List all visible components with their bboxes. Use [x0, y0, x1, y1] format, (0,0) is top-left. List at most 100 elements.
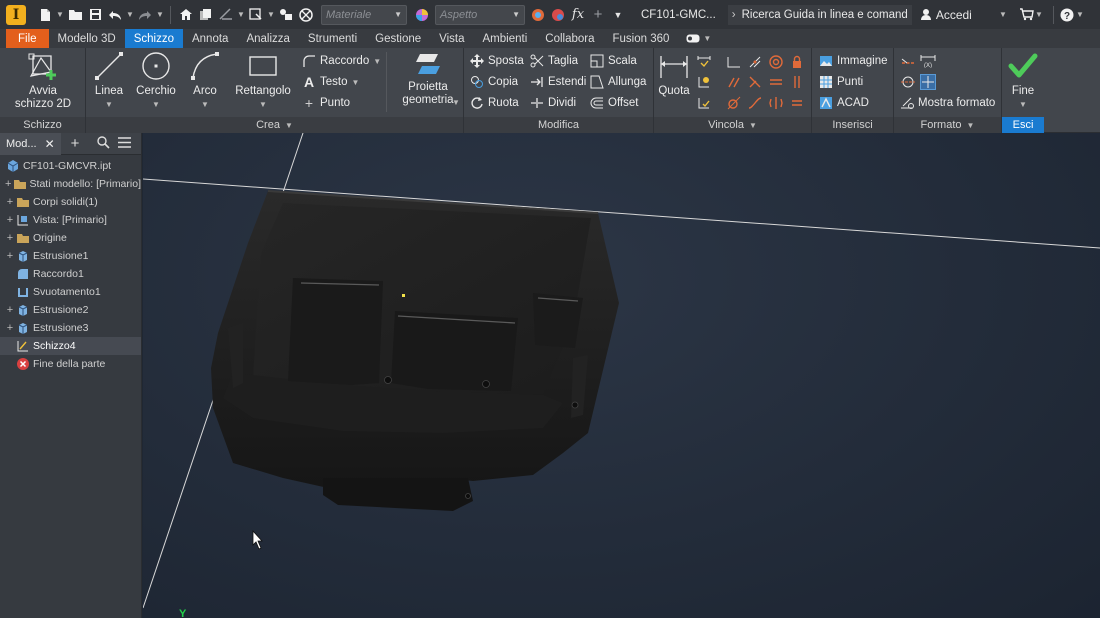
tree-item-shell1[interactable]: Svuotamento1 [0, 283, 141, 301]
tree-item-extrusion3[interactable]: + Estrusione3 [0, 319, 141, 337]
cart-icon[interactable] [1017, 5, 1035, 25]
panel-vincola-footer[interactable]: Vincola ▼ [654, 117, 811, 133]
equal-constraint-icon[interactable] [789, 95, 805, 111]
circle-button[interactable]: Cerchio ▼ [134, 50, 178, 111]
dimension-button[interactable]: Quota [656, 50, 692, 98]
tree-item-fillet1[interactable]: Raccordo1 [0, 265, 141, 283]
tree-expander[interactable]: + [4, 178, 13, 190]
tab-ambienti[interactable]: Ambienti [474, 29, 537, 48]
point-button[interactable]: + Punto [302, 93, 350, 113]
scale-button[interactable]: Scala [590, 51, 637, 71]
undo-icon[interactable] [106, 5, 124, 25]
add-browser-icon[interactable]: + [71, 135, 80, 152]
tab-file[interactable]: File [6, 29, 49, 48]
tree-item-extrusion1[interactable]: + Estrusione1 [0, 247, 141, 265]
redo-dropdown-icon[interactable]: ▼ [156, 10, 164, 19]
auto-dimension-icon[interactable] [696, 54, 712, 70]
graphics-viewport[interactable]: Y [143, 133, 1100, 618]
panel-crea-footer[interactable]: Crea ▼ [86, 117, 463, 133]
home-icon[interactable] [177, 5, 195, 25]
show-format-button[interactable]: Mostra formato [900, 93, 995, 113]
tree-item-model-states[interactable]: + Stati modello: [Primario] [0, 175, 141, 193]
constraint-settings-icon[interactable] [696, 95, 712, 111]
project-geometry-button[interactable]: Proietta geometria [396, 50, 460, 107]
trim-button[interactable]: Taglia [530, 51, 578, 71]
tree-item-part[interactable]: CF101-GMCVR.ipt [0, 157, 141, 175]
tree-item-extrusion2[interactable]: + Estrusione2 [0, 301, 141, 319]
add-plus-icon[interactable]: + [589, 5, 607, 25]
tree-item-view[interactable]: + Vista: [Primario] [0, 211, 141, 229]
sketch-center-point[interactable] [402, 294, 405, 297]
driven-dimension-icon[interactable]: (X) [920, 53, 936, 69]
help-dropdown-icon[interactable]: ▼ [1076, 10, 1084, 19]
show-constraints-icon[interactable] [696, 74, 712, 90]
centerline-icon[interactable] [900, 74, 916, 90]
move-button[interactable]: Sposta [470, 51, 524, 71]
tree-expander[interactable]: + [4, 322, 16, 334]
tree-expander[interactable]: + [4, 214, 16, 226]
adaptive-icon[interactable] [277, 5, 295, 25]
finish-sketch-button[interactable]: Fine ▼ [1005, 50, 1041, 111]
appearance-dropdown[interactable]: Aspetto ▼ [435, 4, 525, 25]
undo-dropdown-icon[interactable]: ▼ [126, 10, 134, 19]
browser-tab-model[interactable]: Mod... ✕ [0, 132, 61, 155]
stretch-button[interactable]: Allunga [590, 72, 646, 92]
start-2d-sketch-button[interactable]: Avvia schizzo 2D [10, 50, 76, 111]
material-dropdown[interactable]: Materiale ▼ [321, 4, 407, 25]
tab-gestione[interactable]: Gestione [366, 29, 430, 48]
coincident-constraint-icon[interactable] [726, 54, 742, 70]
tree-expander[interactable]: + [4, 304, 16, 316]
select-filter-dropdown-icon[interactable]: ▼ [267, 10, 275, 19]
help-icon[interactable]: ? [1058, 5, 1076, 25]
copy-button[interactable]: Copia [470, 72, 518, 92]
tab-vista[interactable]: Vista [430, 29, 473, 48]
horizontal-constraint-icon[interactable] [768, 74, 784, 90]
new-dropdown-icon[interactable]: ▼ [56, 10, 64, 19]
tangent-constraint-icon[interactable] [726, 95, 742, 111]
parallel-constraint-icon[interactable] [726, 74, 742, 90]
account-dropdown-icon[interactable]: ▼ [999, 10, 1007, 19]
customize-dropdown-icon[interactable]: ▼ [609, 5, 627, 25]
measure-icon[interactable] [217, 5, 235, 25]
tab-schizzo[interactable]: Schizzo [124, 29, 183, 48]
sign-in-button[interactable]: Accedi [920, 8, 972, 22]
construction-line-icon[interactable] [900, 53, 916, 69]
tree-item-end-of-part[interactable]: Fine della parte [0, 355, 141, 373]
smooth-constraint-icon[interactable] [747, 95, 763, 111]
app-logo[interactable]: I [6, 4, 26, 25]
tree-item-solid-bodies[interactable]: + Corpi solidi(1) [0, 193, 141, 211]
appearance-sphere-icon[interactable] [413, 5, 431, 25]
save-icon[interactable] [86, 5, 104, 25]
tree-expander[interactable]: + [4, 250, 16, 262]
parameters-fx-icon[interactable]: fx [569, 5, 587, 25]
tab-collabora[interactable]: Collabora [536, 29, 603, 48]
line-button[interactable]: Linea ▼ [90, 50, 128, 111]
new-file-icon[interactable] [36, 5, 54, 25]
perpendicular-constraint-icon[interactable] [747, 74, 763, 90]
rectangle-button[interactable]: Rettangolo ▼ [230, 50, 296, 111]
clear-appearance-icon[interactable] [529, 5, 547, 25]
tab-modello-3d[interactable]: Modello 3D [49, 29, 125, 48]
extend-button[interactable]: Estendi [530, 72, 586, 92]
text-button[interactable]: A Testo ▼ [302, 72, 359, 92]
hamburger-menu-icon[interactable] [118, 136, 132, 151]
insert-image-button[interactable]: Immagine [819, 51, 888, 71]
arc-button[interactable]: Arco ▼ [186, 50, 224, 111]
fillet-button[interactable]: Raccordo ▼ [302, 51, 381, 71]
copy-design-icon[interactable] [197, 5, 215, 25]
open-folder-icon[interactable] [66, 5, 84, 25]
redo-icon[interactable] [136, 5, 154, 25]
insert-acad-button[interactable]: ACAD [819, 93, 869, 113]
center-point-icon[interactable] [920, 74, 936, 90]
tree-expander[interactable]: + [4, 196, 16, 208]
cart-dropdown-icon[interactable]: ▼ [1035, 10, 1043, 19]
measure-dropdown-icon[interactable]: ▼ [237, 10, 245, 19]
help-search-box[interactable]: › Ricerca Guida in linea e comand [727, 4, 912, 25]
insert-points-button[interactable]: Punti [819, 72, 863, 92]
panel-formato-footer[interactable]: Formato ▼ [894, 117, 1001, 133]
tree-item-sketch4[interactable]: Schizzo4 [0, 337, 141, 355]
search-icon[interactable] [97, 135, 110, 152]
tree-expander[interactable]: + [4, 232, 16, 244]
fix-constraint-icon[interactable] [789, 54, 805, 70]
tree-item-origin[interactable]: + Origine [0, 229, 141, 247]
